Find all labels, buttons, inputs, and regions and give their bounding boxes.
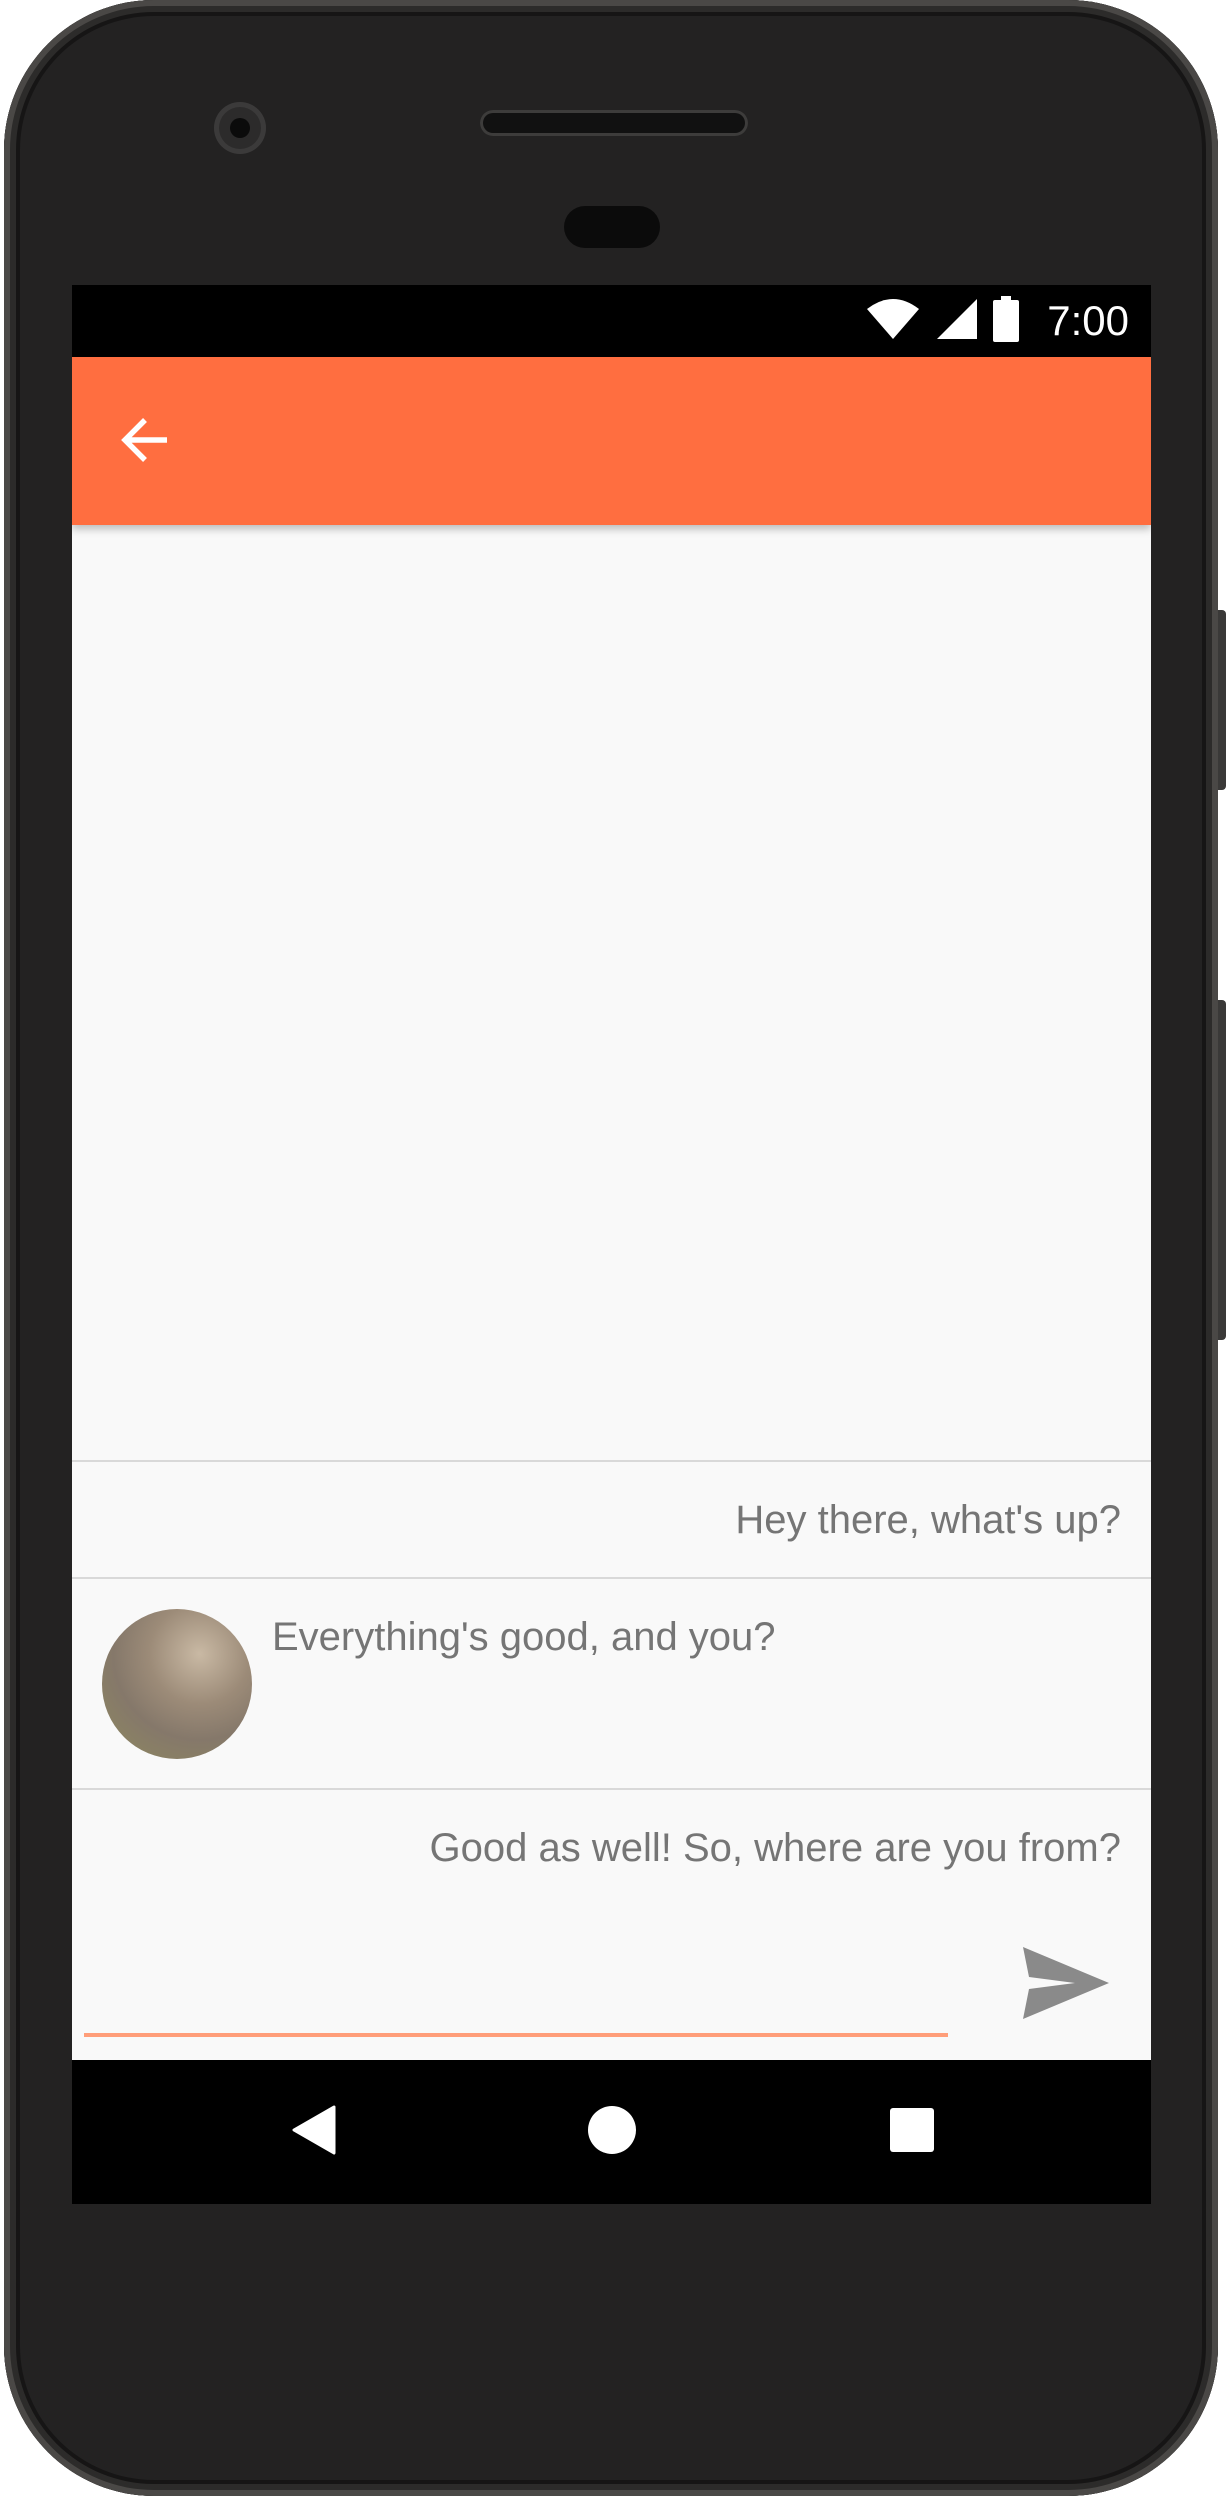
message-input[interactable] [84,2033,948,2037]
proximity-sensor [564,206,660,248]
nav-home-button[interactable] [582,2102,642,2162]
arrow-back-icon [119,414,171,471]
wifi-icon [865,297,921,346]
message-text: Good as well! So, where are you from? [429,1826,1121,1870]
message-text: Hey there, what's up? [735,1498,1121,1542]
message-outgoing: Good as well! So, where are you from? [72,1788,1151,1878]
status-bar: 7:00 [72,285,1151,357]
navigation-bar [72,2060,1151,2204]
cell-signal-icon [935,297,979,346]
app-bar [72,357,1151,525]
power-button [1218,610,1226,790]
screen: 7:00 Hey there, what's up? Everything's … [72,285,1151,2204]
message-incoming: Everything's good, and you? [72,1577,1151,1788]
back-button[interactable] [110,407,180,477]
send-icon [1023,1946,1109,2024]
message-outgoing: Hey there, what's up? [72,1460,1151,1577]
avatar [102,1609,252,1759]
front-camera [214,102,266,154]
volume-button [1218,1000,1226,1340]
message-list: Hey there, what's up? Everything's good,… [72,1460,1151,1878]
phone-frame: 7:00 Hey there, what's up? Everything's … [4,0,1218,2496]
message-text: Everything's good, and you? [272,1615,776,1659]
home-nav-icon [587,2105,637,2160]
send-button[interactable] [1016,1945,1116,2025]
nav-back-button[interactable] [284,2102,344,2162]
status-time: 7:00 [1047,297,1129,344]
earpiece-speaker [480,110,748,136]
nav-recents-button[interactable] [882,2102,942,2162]
recents-nav-icon [889,2107,935,2158]
back-nav-icon [292,2105,336,2160]
battery-icon [993,295,1020,347]
